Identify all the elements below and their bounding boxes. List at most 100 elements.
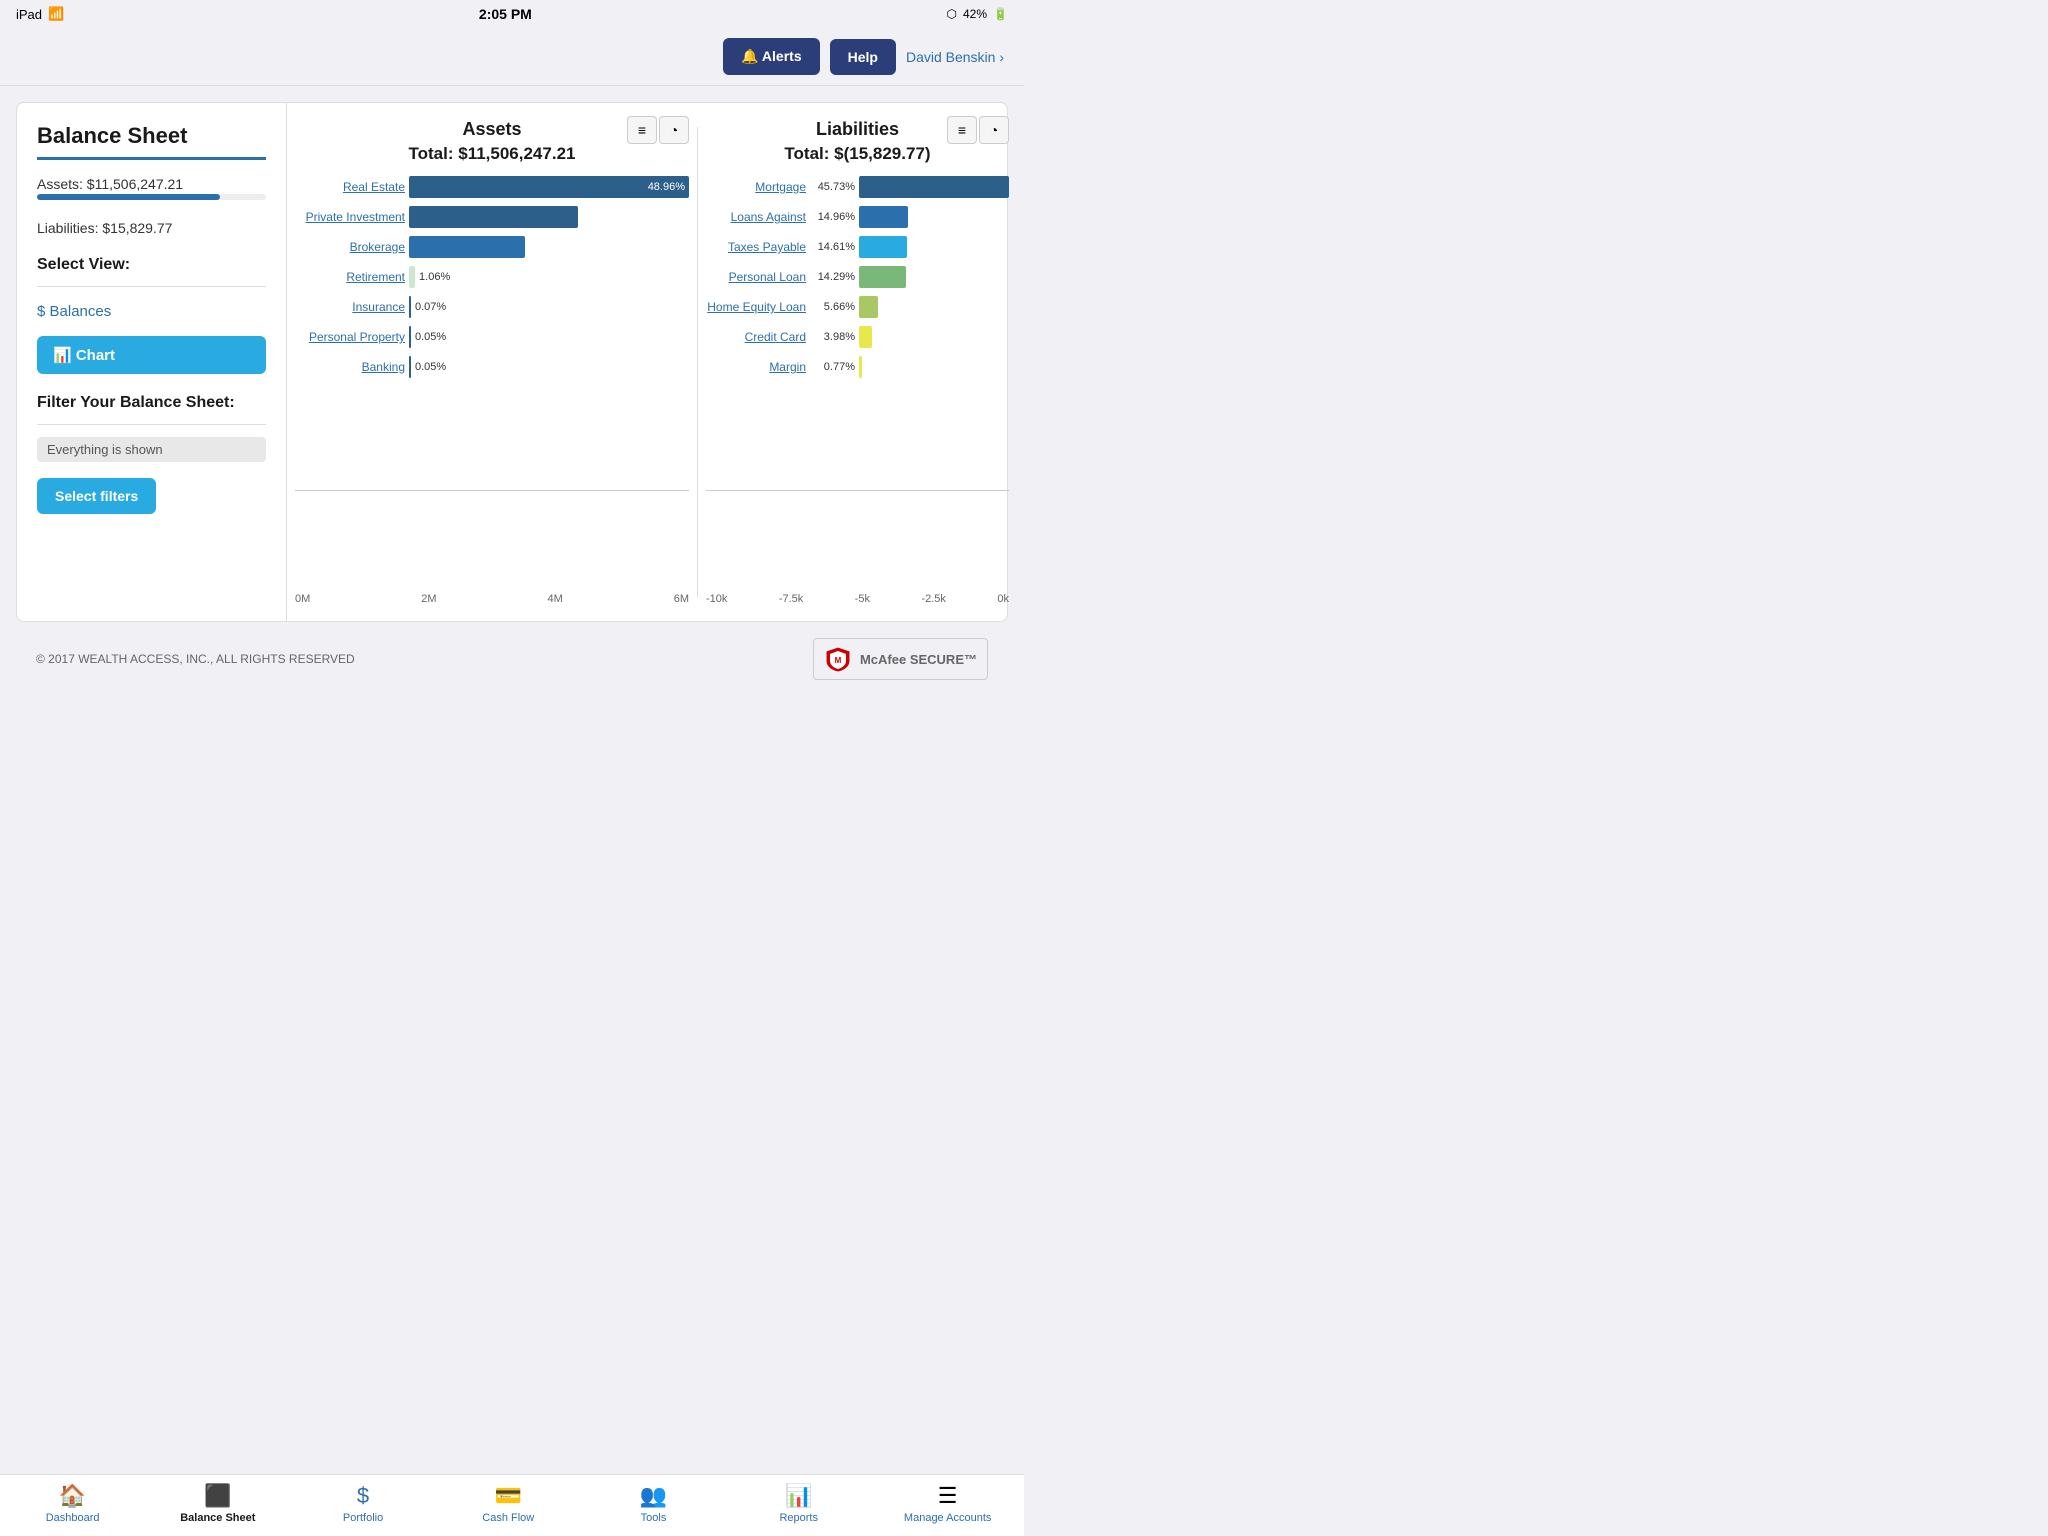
- status-left: iPad 📶: [16, 6, 64, 22]
- bottom-tab-bar: 🏠 Dashboard ⬛ Balance Sheet $ Portfolio …: [0, 1474, 1024, 1536]
- liabilities-bars-container: Mortgage45.73%Loans Against14.96%Taxes P…: [706, 176, 1009, 386]
- assets-list-view-btn[interactable]: ≡: [627, 116, 657, 144]
- filter-divider: [37, 424, 266, 425]
- axis-10k: -10k: [706, 593, 727, 605]
- liabilities-bar-row: Home Equity Loan 5.66%: [706, 296, 1009, 318]
- liabilities-axis-labels: -10k -7.5k -5k -2.5k 0k: [706, 593, 1009, 605]
- bar-container: 48.96%: [409, 176, 689, 198]
- liabilities-bar-row: Margin0.77%: [706, 356, 1009, 378]
- assets-bar-label[interactable]: Private Investment: [295, 210, 405, 224]
- svg-text:M: M: [835, 656, 842, 665]
- liabilities-bar-label[interactable]: Personal Loan: [706, 270, 806, 284]
- tab-manage-accounts[interactable]: ☰ Manage Accounts: [904, 1483, 991, 1524]
- assets-bar-row: Private Investment 29.57%: [295, 206, 689, 228]
- assets-bar-label[interactable]: Real Estate: [295, 180, 405, 194]
- assets-bar-label[interactable]: Banking: [295, 360, 405, 374]
- liabilities-bar-label[interactable]: Home Equity Loan: [706, 300, 806, 314]
- help-button[interactable]: Help: [830, 39, 896, 75]
- assets-total: Total: $11,506,247.21: [295, 144, 689, 164]
- liabilities-total: Total: $(15,829.77): [706, 144, 1009, 164]
- assets-axis-line: [295, 490, 689, 491]
- assets-bar-row: Real Estate 48.96%: [295, 176, 689, 198]
- axis-2m: 2M: [421, 593, 436, 605]
- dashboard-label: Dashboard: [46, 1512, 100, 1524]
- battery-icon: 🔋: [993, 7, 1008, 21]
- liabilities-bar-fill: [859, 206, 908, 228]
- liabilities-bar-row: Credit Card 3.98%: [706, 326, 1009, 348]
- sidebar: Balance Sheet Assets: $11,506,247.21 Lia…: [17, 103, 287, 621]
- axis-7-5k: -7.5k: [779, 593, 803, 605]
- liabilities-bar-label[interactable]: Taxes Payable: [706, 240, 806, 254]
- liabilities-bar-fill: [859, 236, 907, 258]
- tab-dashboard[interactable]: 🏠 Dashboard: [33, 1483, 113, 1524]
- liabilities-bar-row: Taxes Payable 14.61%: [706, 236, 1009, 258]
- axis-2-5k: -2.5k: [921, 593, 945, 605]
- tab-tools[interactable]: 👥 Tools: [613, 1483, 693, 1524]
- dashboard-icon: 🏠: [59, 1483, 86, 1509]
- select-filters-button[interactable]: Select filters: [37, 478, 156, 514]
- liabilities-list-view-btn[interactable]: ≡: [947, 116, 977, 144]
- chart-button[interactable]: 📊 Chart: [37, 336, 266, 374]
- liabilities-bar-label[interactable]: Mortgage: [706, 180, 806, 194]
- axis-6m: 6M: [674, 593, 689, 605]
- user-link[interactable]: David Benskin ›: [906, 49, 1004, 65]
- assets-title: Assets: [462, 119, 521, 140]
- bar-container: 0.05%: [409, 356, 689, 378]
- liabilities-bar-label[interactable]: Margin: [706, 360, 806, 374]
- liabilities-header: Liabilities ≡ ◔: [706, 119, 1009, 140]
- axis-4m: 4M: [547, 593, 562, 605]
- liabilities-view-btns: ≡ ◔: [947, 116, 1009, 144]
- balances-button[interactable]: $ Balances: [37, 299, 266, 324]
- copyright-text: © 2017 WEALTH ACCESS, INC., ALL RIGHTS R…: [36, 652, 355, 666]
- assets-bar-row: Brokerage 20.24%: [295, 236, 689, 258]
- assets-bar-label[interactable]: Personal Property: [295, 330, 405, 344]
- assets-bar-row: Insurance 0.07%: [295, 296, 689, 318]
- assets-pie-view-btn[interactable]: ◔: [659, 116, 689, 144]
- liabilities-bar-label[interactable]: Loans Against: [706, 210, 806, 224]
- bar-pct-label: 48.96%: [648, 181, 685, 193]
- bar-container: 1.06%: [409, 266, 689, 288]
- liabilities-pct-label: 14.96%: [810, 211, 855, 223]
- view-divider: [37, 286, 266, 287]
- balance-sheet-icon: ⬛: [204, 1483, 231, 1509]
- alerts-button[interactable]: 🔔 Alerts: [723, 38, 819, 75]
- panel-divider: [697, 127, 698, 597]
- filter-label: Filter Your Balance Sheet:: [37, 394, 266, 412]
- liabilities-pie-view-btn[interactable]: ◔: [979, 116, 1009, 144]
- footer: © 2017 WEALTH ACCESS, INC., ALL RIGHTS R…: [16, 622, 1008, 688]
- liabilities-bar-row: Loans Against 14.96%: [706, 206, 1009, 228]
- assets-summary: Assets: $11,506,247.21: [37, 176, 266, 208]
- mcafee-text: McAfee SECURE™: [860, 652, 977, 667]
- liabilities-pct-label: 14.29%: [810, 271, 855, 283]
- tab-balance-sheet[interactable]: ⬛ Balance Sheet: [178, 1483, 258, 1524]
- tab-reports[interactable]: 📊 Reports: [759, 1483, 839, 1524]
- tab-cash-flow[interactable]: 💳 Cash Flow: [468, 1483, 548, 1524]
- bar-container: 0.07%: [409, 296, 689, 318]
- bar-container: 0.05%: [409, 326, 689, 348]
- liabilities-bar-label[interactable]: Credit Card: [706, 330, 806, 344]
- liabilities-pct-label: 14.61%: [810, 241, 855, 253]
- reports-label: Reports: [779, 1512, 818, 1524]
- bar-container: 20.24%: [409, 236, 689, 258]
- bar-container: 29.57%: [409, 206, 689, 228]
- assets-bar-label[interactable]: Insurance: [295, 300, 405, 314]
- liabilities-pct-label: 5.66%: [810, 301, 855, 313]
- assets-axis-labels: 0M 2M 4M 6M: [295, 593, 689, 605]
- liabilities-pct-label: 3.98%: [810, 331, 855, 343]
- bar-pct-label: 0.05%: [415, 361, 446, 373]
- balance-sheet-label: Balance Sheet: [180, 1512, 255, 1524]
- liabilities-label: Liabilities: $15,829.77: [37, 220, 266, 236]
- bar-fill: [409, 206, 578, 228]
- select-view-label: Select View:: [37, 256, 266, 274]
- assets-bar-label[interactable]: Brokerage: [295, 240, 405, 254]
- top-nav: 🔔 Alerts Help David Benskin ›: [0, 28, 1024, 86]
- assets-bar-row: Retirement 1.06%: [295, 266, 689, 288]
- assets-panel: Assets ≡ ◔ Total: $11,506,247.21 Real Es…: [295, 119, 689, 605]
- assets-header: Assets ≡ ◔: [295, 119, 689, 140]
- tab-portfolio[interactable]: $ Portfolio: [323, 1483, 403, 1524]
- assets-bar-label[interactable]: Retirement: [295, 270, 405, 284]
- wifi-icon: 📶: [48, 6, 64, 22]
- time-display: 2:05 PM: [479, 6, 532, 22]
- axis-0k: 0k: [997, 593, 1009, 605]
- bar-fill: [409, 296, 411, 318]
